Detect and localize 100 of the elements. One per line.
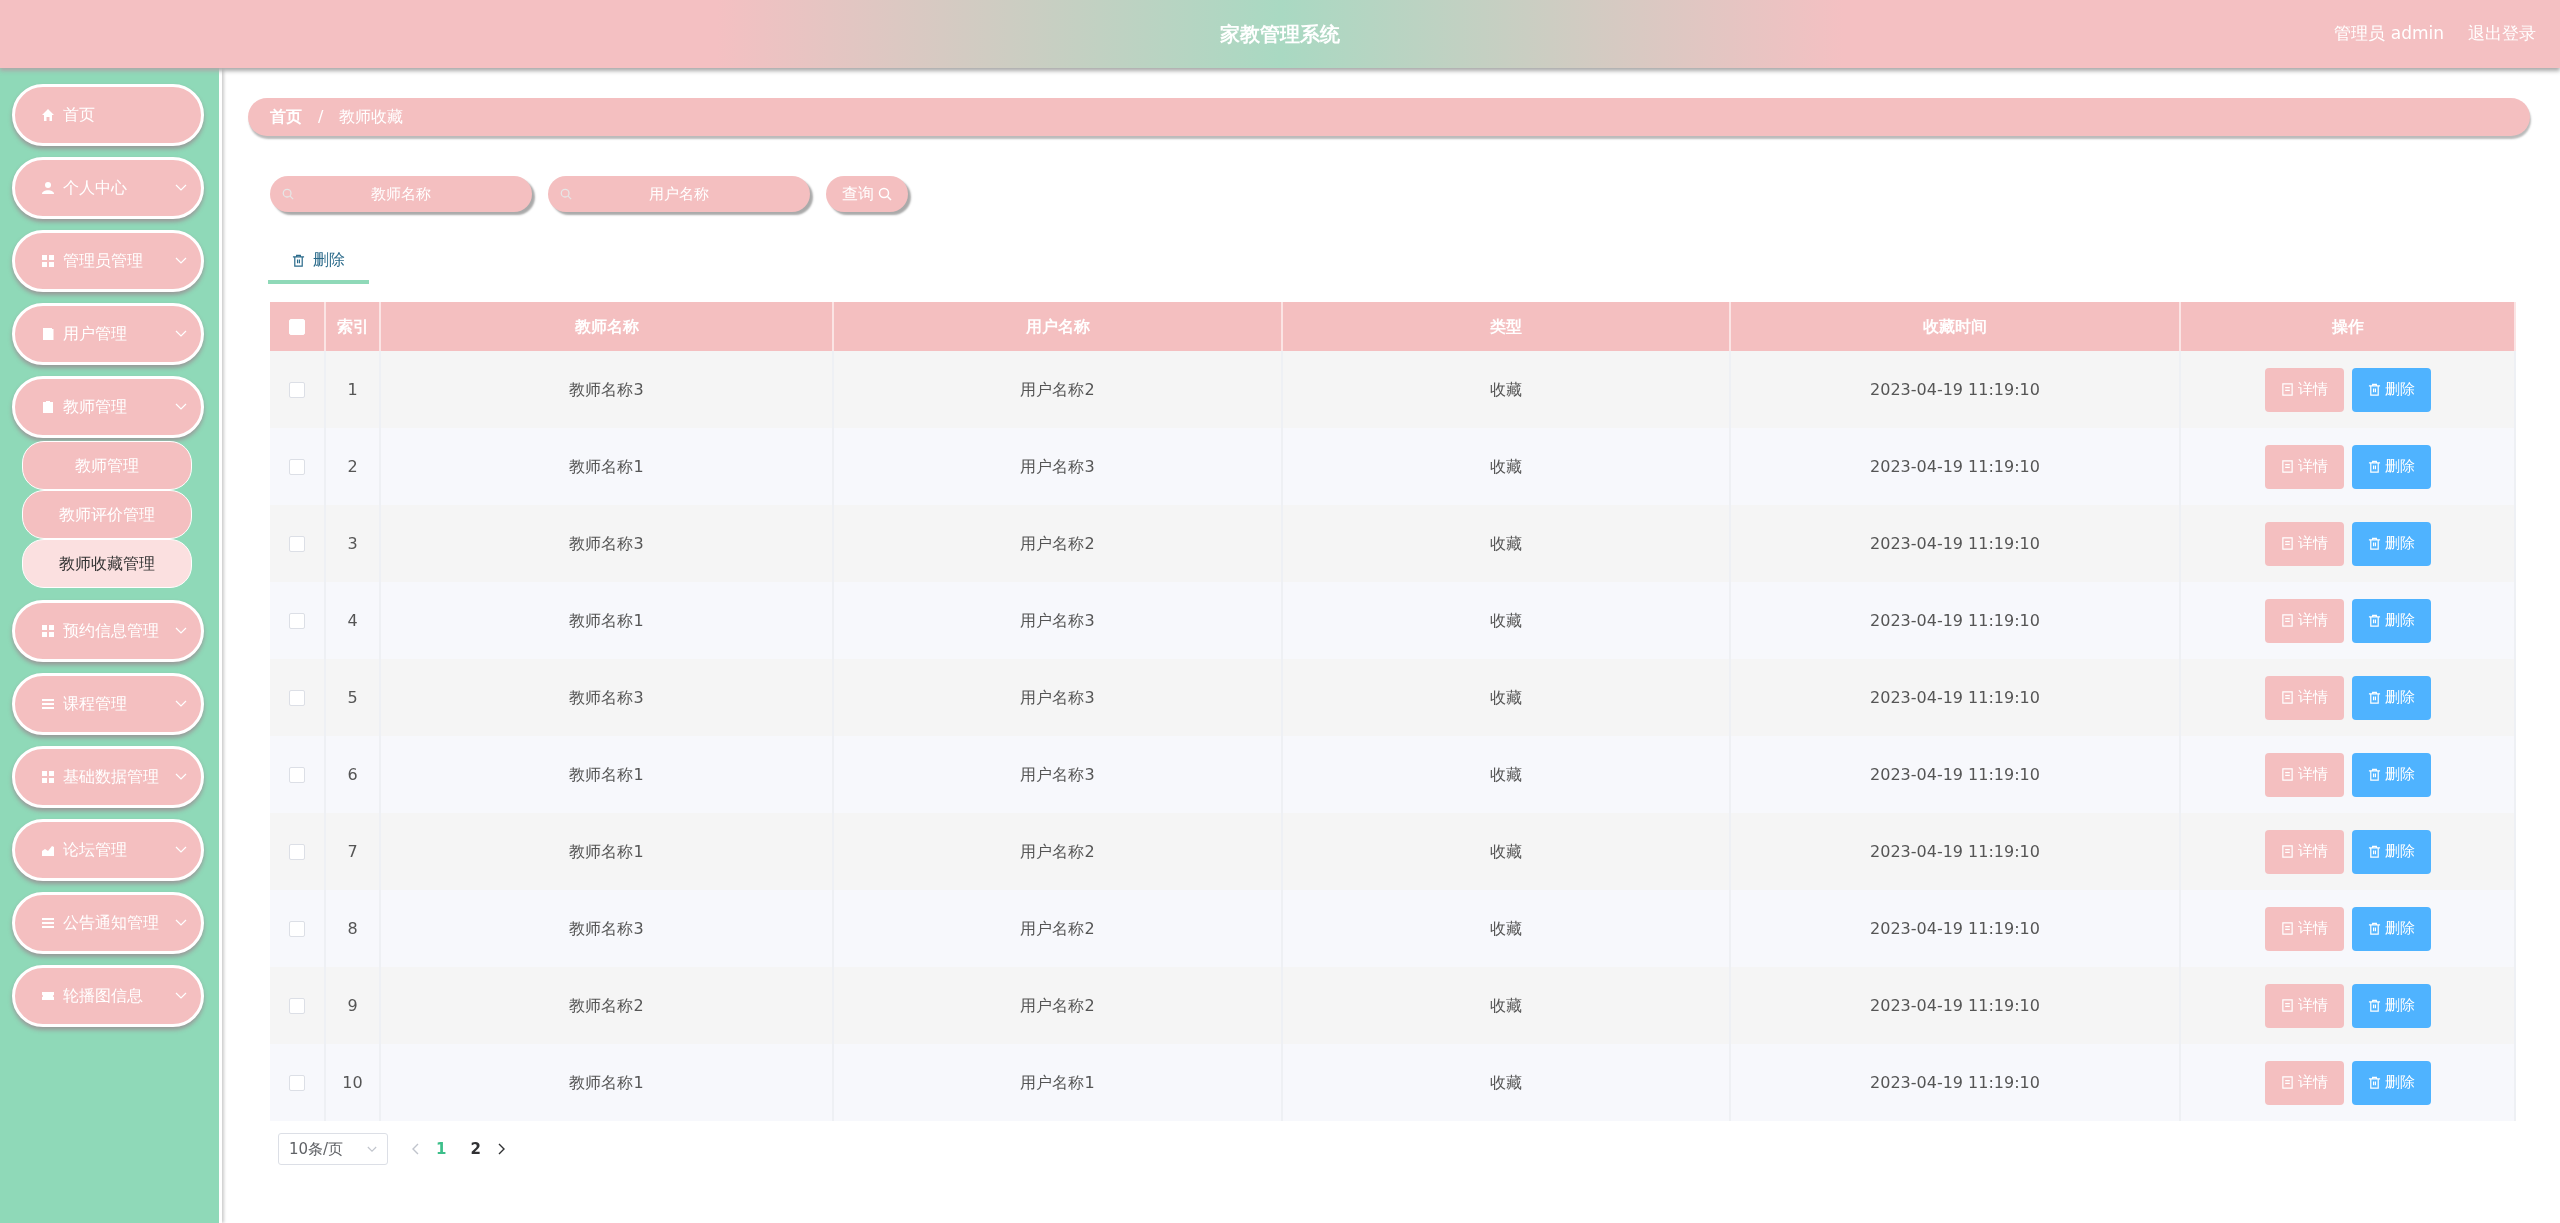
details-button[interactable]: 详情 xyxy=(2264,521,2344,566)
table-cell: 2023-04-19 11:19:10 xyxy=(1730,967,2180,1044)
list-icon xyxy=(41,916,55,930)
clipboard-icon xyxy=(41,400,55,414)
table-cell: 2023-04-19 11:19:10 xyxy=(1730,813,2180,890)
details-button[interactable]: 详情 xyxy=(2264,598,2344,643)
sidebar-item[interactable]: 教师管理 xyxy=(12,376,204,438)
delete-button[interactable]: 删除 xyxy=(2351,829,2431,874)
chevron-down-icon xyxy=(367,1145,377,1153)
details-button[interactable]: 详情 xyxy=(2264,444,2344,489)
table-cell: 用户名称2 xyxy=(833,505,1282,582)
row-checkbox[interactable] xyxy=(289,459,305,475)
row-checkbox[interactable] xyxy=(289,767,305,783)
table-cell: 教师名称3 xyxy=(380,351,833,428)
table-cell: 教师名称3 xyxy=(380,505,833,582)
table-cell: 2023-04-19 11:19:10 xyxy=(1730,736,2180,813)
user-icon xyxy=(41,181,55,195)
row-checkbox[interactable] xyxy=(289,536,305,552)
trash-icon xyxy=(2367,999,2381,1012)
next-page-icon[interactable] xyxy=(496,1143,505,1155)
table-cell: 4 xyxy=(325,582,380,659)
search-field[interactable]: 教师名称 xyxy=(270,176,532,212)
details-button[interactable]: 详情 xyxy=(2264,906,2344,951)
select-all-checkbox[interactable] xyxy=(289,319,305,335)
previous-page-icon[interactable] xyxy=(412,1143,420,1155)
delete-button[interactable]: 删除 xyxy=(2351,1060,2431,1105)
delete-button[interactable]: 删除 xyxy=(2351,444,2431,489)
row-checkbox[interactable] xyxy=(289,921,305,937)
ticket-icon xyxy=(41,989,55,1003)
search-icon xyxy=(560,188,572,200)
sidebar-item[interactable]: 管理员管理 xyxy=(12,230,204,292)
book-icon xyxy=(41,327,55,341)
table-cell: 收藏 xyxy=(1282,659,1730,736)
delete-button[interactable]: 删除 xyxy=(2351,675,2431,720)
search-icon xyxy=(878,187,892,201)
row-checkbox[interactable] xyxy=(289,1075,305,1091)
submenu-item[interactable]: 教师管理 xyxy=(22,441,192,490)
page-button[interactable]: 2 xyxy=(462,1137,489,1161)
trash-icon xyxy=(2367,691,2381,704)
sidebar-item[interactable]: 个人中心 xyxy=(12,157,204,219)
details-button[interactable]: 详情 xyxy=(2264,367,2344,412)
submenu-item[interactable]: 教师评价管理 xyxy=(22,490,192,539)
details-button[interactable]: 详情 xyxy=(2264,752,2344,797)
delete-button[interactable]: 删除 xyxy=(2351,367,2431,412)
table-cell: 10 xyxy=(325,1044,380,1121)
table-cell: 9 xyxy=(325,967,380,1044)
table-cell: 收藏 xyxy=(1282,505,1730,582)
table-cell: 2023-04-19 11:19:10 xyxy=(1730,428,2180,505)
row-checkbox[interactable] xyxy=(289,613,305,629)
table-cell: 5 xyxy=(325,659,380,736)
sidebar-item[interactable]: 公告通知管理 xyxy=(12,892,204,954)
page-button[interactable]: 1 xyxy=(428,1137,455,1161)
breadcrumb-item[interactable]: 首页 xyxy=(270,105,302,129)
sidebar-item[interactable]: 首页 xyxy=(12,84,204,146)
table-cell: 用户名称2 xyxy=(833,890,1282,967)
logout-link[interactable]: 退出登录 xyxy=(2468,21,2536,47)
delete-button[interactable]: 删除 xyxy=(2351,752,2431,797)
details-button[interactable]: 详情 xyxy=(2264,1060,2344,1105)
row-checkbox[interactable] xyxy=(289,998,305,1014)
row-checkbox[interactable] xyxy=(289,382,305,398)
table-cell: 教师名称1 xyxy=(380,736,833,813)
sidebar-item[interactable]: 论坛管理 xyxy=(12,819,204,881)
submenu-item[interactable]: 教师收藏管理 xyxy=(22,539,192,588)
row-checkbox[interactable] xyxy=(289,690,305,706)
document-icon xyxy=(2280,1076,2294,1089)
delete-button[interactable]: 删除 xyxy=(2351,521,2431,566)
table-cell: 1 xyxy=(325,351,380,428)
home-icon xyxy=(41,108,55,122)
document-icon xyxy=(2280,768,2294,781)
table-cell: 8 xyxy=(325,890,380,967)
sidebar-item[interactable]: 基础数据管理 xyxy=(12,746,204,808)
table-cell: 用户名称3 xyxy=(833,428,1282,505)
table-cell: 收藏 xyxy=(1282,736,1730,813)
table-cell: 2023-04-19 11:19:10 xyxy=(1730,582,2180,659)
document-icon xyxy=(2280,845,2294,858)
document-icon xyxy=(2280,460,2294,473)
table-cell: 3 xyxy=(325,505,380,582)
table-cell: 教师名称1 xyxy=(380,582,833,659)
search-field[interactable]: 用户名称 xyxy=(548,176,810,212)
details-button[interactable]: 详情 xyxy=(2264,829,2344,874)
details-button[interactable]: 详情 xyxy=(2264,675,2344,720)
table-cell: 收藏 xyxy=(1282,428,1730,505)
column-header: 用户名称 xyxy=(833,302,1282,351)
delete-button[interactable]: 删除 xyxy=(2351,983,2431,1028)
row-checkbox[interactable] xyxy=(289,844,305,860)
grid-icon xyxy=(41,254,55,268)
delete-button[interactable]: 删除 xyxy=(2351,598,2431,643)
table-cell: 教师名称1 xyxy=(380,813,833,890)
search-button[interactable]: 查询 xyxy=(826,176,908,212)
delete-tab[interactable]: 删除 xyxy=(268,240,369,284)
column-header: 教师名称 xyxy=(380,302,833,351)
sidebar-item[interactable]: 轮播图信息 xyxy=(12,965,204,1027)
sidebar-item[interactable]: 预约信息管理 xyxy=(12,600,204,662)
sidebar-item[interactable]: 用户管理 xyxy=(12,303,204,365)
details-button[interactable]: 详情 xyxy=(2264,983,2344,1028)
page-size-select[interactable]: 10条/页 xyxy=(278,1133,388,1165)
sidebar-item[interactable]: 课程管理 xyxy=(12,673,204,735)
table-cell: 教师名称3 xyxy=(380,890,833,967)
table-cell: 收藏 xyxy=(1282,967,1730,1044)
delete-button[interactable]: 删除 xyxy=(2351,906,2431,951)
